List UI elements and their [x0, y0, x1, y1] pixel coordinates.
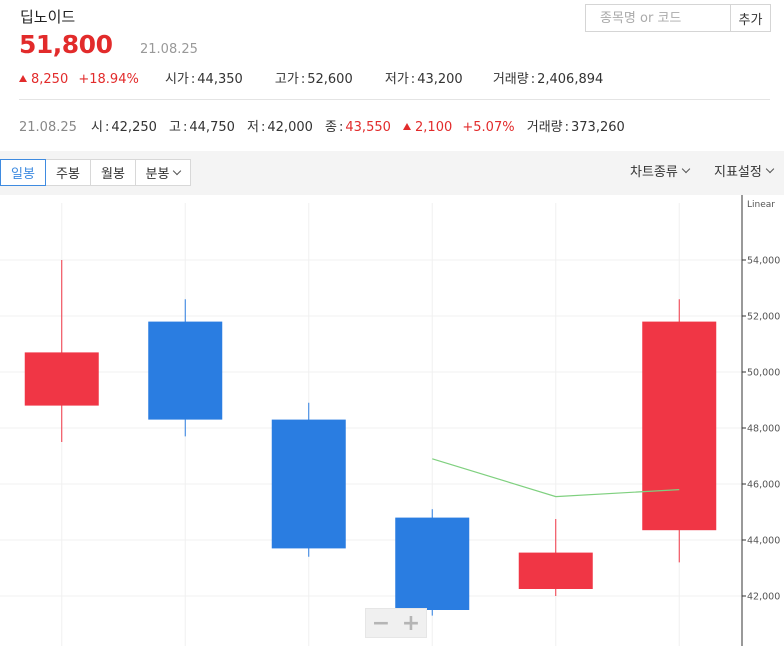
- colon: :: [300, 72, 306, 87]
- volume-value: 2,406,894: [537, 72, 604, 87]
- chevron-down-icon: [173, 166, 182, 175]
- up-triangle-icon: [403, 123, 412, 130]
- candle-volume-label: 거래량: [526, 120, 563, 135]
- candle-open-label: 시: [91, 120, 103, 135]
- price-change-pct: +18.94%: [78, 72, 139, 87]
- candle-change-pct: +5.07%: [462, 120, 515, 135]
- candle-low: 42,000: [267, 120, 313, 135]
- candle-close: 43,550: [345, 120, 391, 135]
- candle-body: [271, 419, 346, 549]
- colon: :: [339, 120, 344, 135]
- colon: :: [261, 120, 266, 135]
- add-button[interactable]: 추가: [731, 4, 771, 32]
- candle-volume: 373,260: [571, 120, 625, 135]
- volume-label: 거래량: [492, 72, 529, 87]
- candle-low-label: 저: [247, 120, 259, 135]
- candlestick-chart[interactable]: 42,000 44,000 46,000 48,000 50,000 52,000 54,0…: [0, 195, 784, 646]
- tab-minute[interactable]: 분봉: [135, 159, 191, 186]
- summary-stats: 8,250 +18.94% 시가:44,350 고가:52,600 저가:43,…: [19, 68, 603, 87]
- tab-weekly[interactable]: 주봉: [45, 159, 91, 186]
- candle-date: 21.08.25: [19, 120, 77, 135]
- candle-change: 2,100: [415, 120, 453, 135]
- low-value: 43,200: [417, 72, 463, 87]
- divider: [19, 99, 770, 100]
- chart-type-menu[interactable]: 차트종류: [630, 161, 691, 180]
- chart-toolbar: 일봉 주봉 월봉 분봉 차트종류 지표설정: [0, 151, 784, 195]
- search-box: [585, 4, 731, 32]
- tab-monthly[interactable]: 월봉: [90, 159, 136, 186]
- candle-body: [642, 321, 717, 531]
- stock-name: 딥노이드: [20, 8, 76, 26]
- colon: :: [190, 72, 196, 87]
- chevron-down-icon: [765, 164, 775, 173]
- zoom-controls: − +: [365, 608, 427, 638]
- candle-body: [148, 321, 223, 420]
- candle-high-label: 고: [169, 120, 181, 135]
- y-tick-label: 44,000: [747, 536, 780, 547]
- high-label: 고가: [274, 72, 299, 87]
- y-tick-label: 42,000: [747, 592, 780, 603]
- candle-body: [395, 517, 470, 610]
- scale-mode-label: Linear: [747, 200, 775, 210]
- y-tick-label: 46,000: [747, 480, 780, 491]
- up-triangle-icon: [19, 75, 27, 82]
- indicator-settings-menu[interactable]: 지표설정: [714, 161, 775, 180]
- chart-canvas: 42,000 44,000 46,000 48,000 50,000 52,000 54,0…: [0, 195, 780, 646]
- colon: :: [530, 72, 536, 87]
- colon: :: [183, 120, 188, 135]
- colon: :: [410, 72, 416, 87]
- candle-high: 44,750: [189, 120, 235, 135]
- stock-search-input[interactable]: [586, 5, 730, 31]
- zoom-out-button[interactable]: −: [366, 609, 396, 637]
- quote-date: 21.08.25: [140, 42, 198, 57]
- colon: :: [564, 120, 570, 135]
- indicator-settings-label: 지표설정: [714, 165, 762, 180]
- chart-type-label: 차트종류: [630, 165, 678, 180]
- colon: :: [105, 120, 110, 135]
- current-price: 51,800: [19, 30, 113, 59]
- price-change: 8,250: [31, 72, 69, 87]
- tab-minute-label: 분봉: [145, 167, 170, 182]
- candle-open: 42,250: [111, 120, 157, 135]
- y-tick-label: 54,000: [747, 256, 780, 267]
- high-value: 52,600: [307, 72, 353, 87]
- zoom-in-button[interactable]: +: [396, 609, 426, 637]
- candle-body: [24, 352, 99, 406]
- chevron-down-icon: [681, 164, 691, 173]
- tab-daily[interactable]: 일봉: [0, 159, 46, 186]
- open-label: 시가: [164, 72, 189, 87]
- selected-candle-info: 21.08.25 시:42,250 고:44,750 저:42,000 종:43…: [19, 116, 625, 135]
- y-tick-label: 48,000: [747, 424, 780, 435]
- low-label: 저가: [384, 72, 409, 87]
- y-tick-label: 52,000: [747, 312, 780, 323]
- candle-close-label: 종: [325, 120, 337, 135]
- candle-body: [518, 552, 593, 589]
- open-value: 44,350: [197, 72, 243, 87]
- y-tick-label: 50,000: [747, 368, 780, 379]
